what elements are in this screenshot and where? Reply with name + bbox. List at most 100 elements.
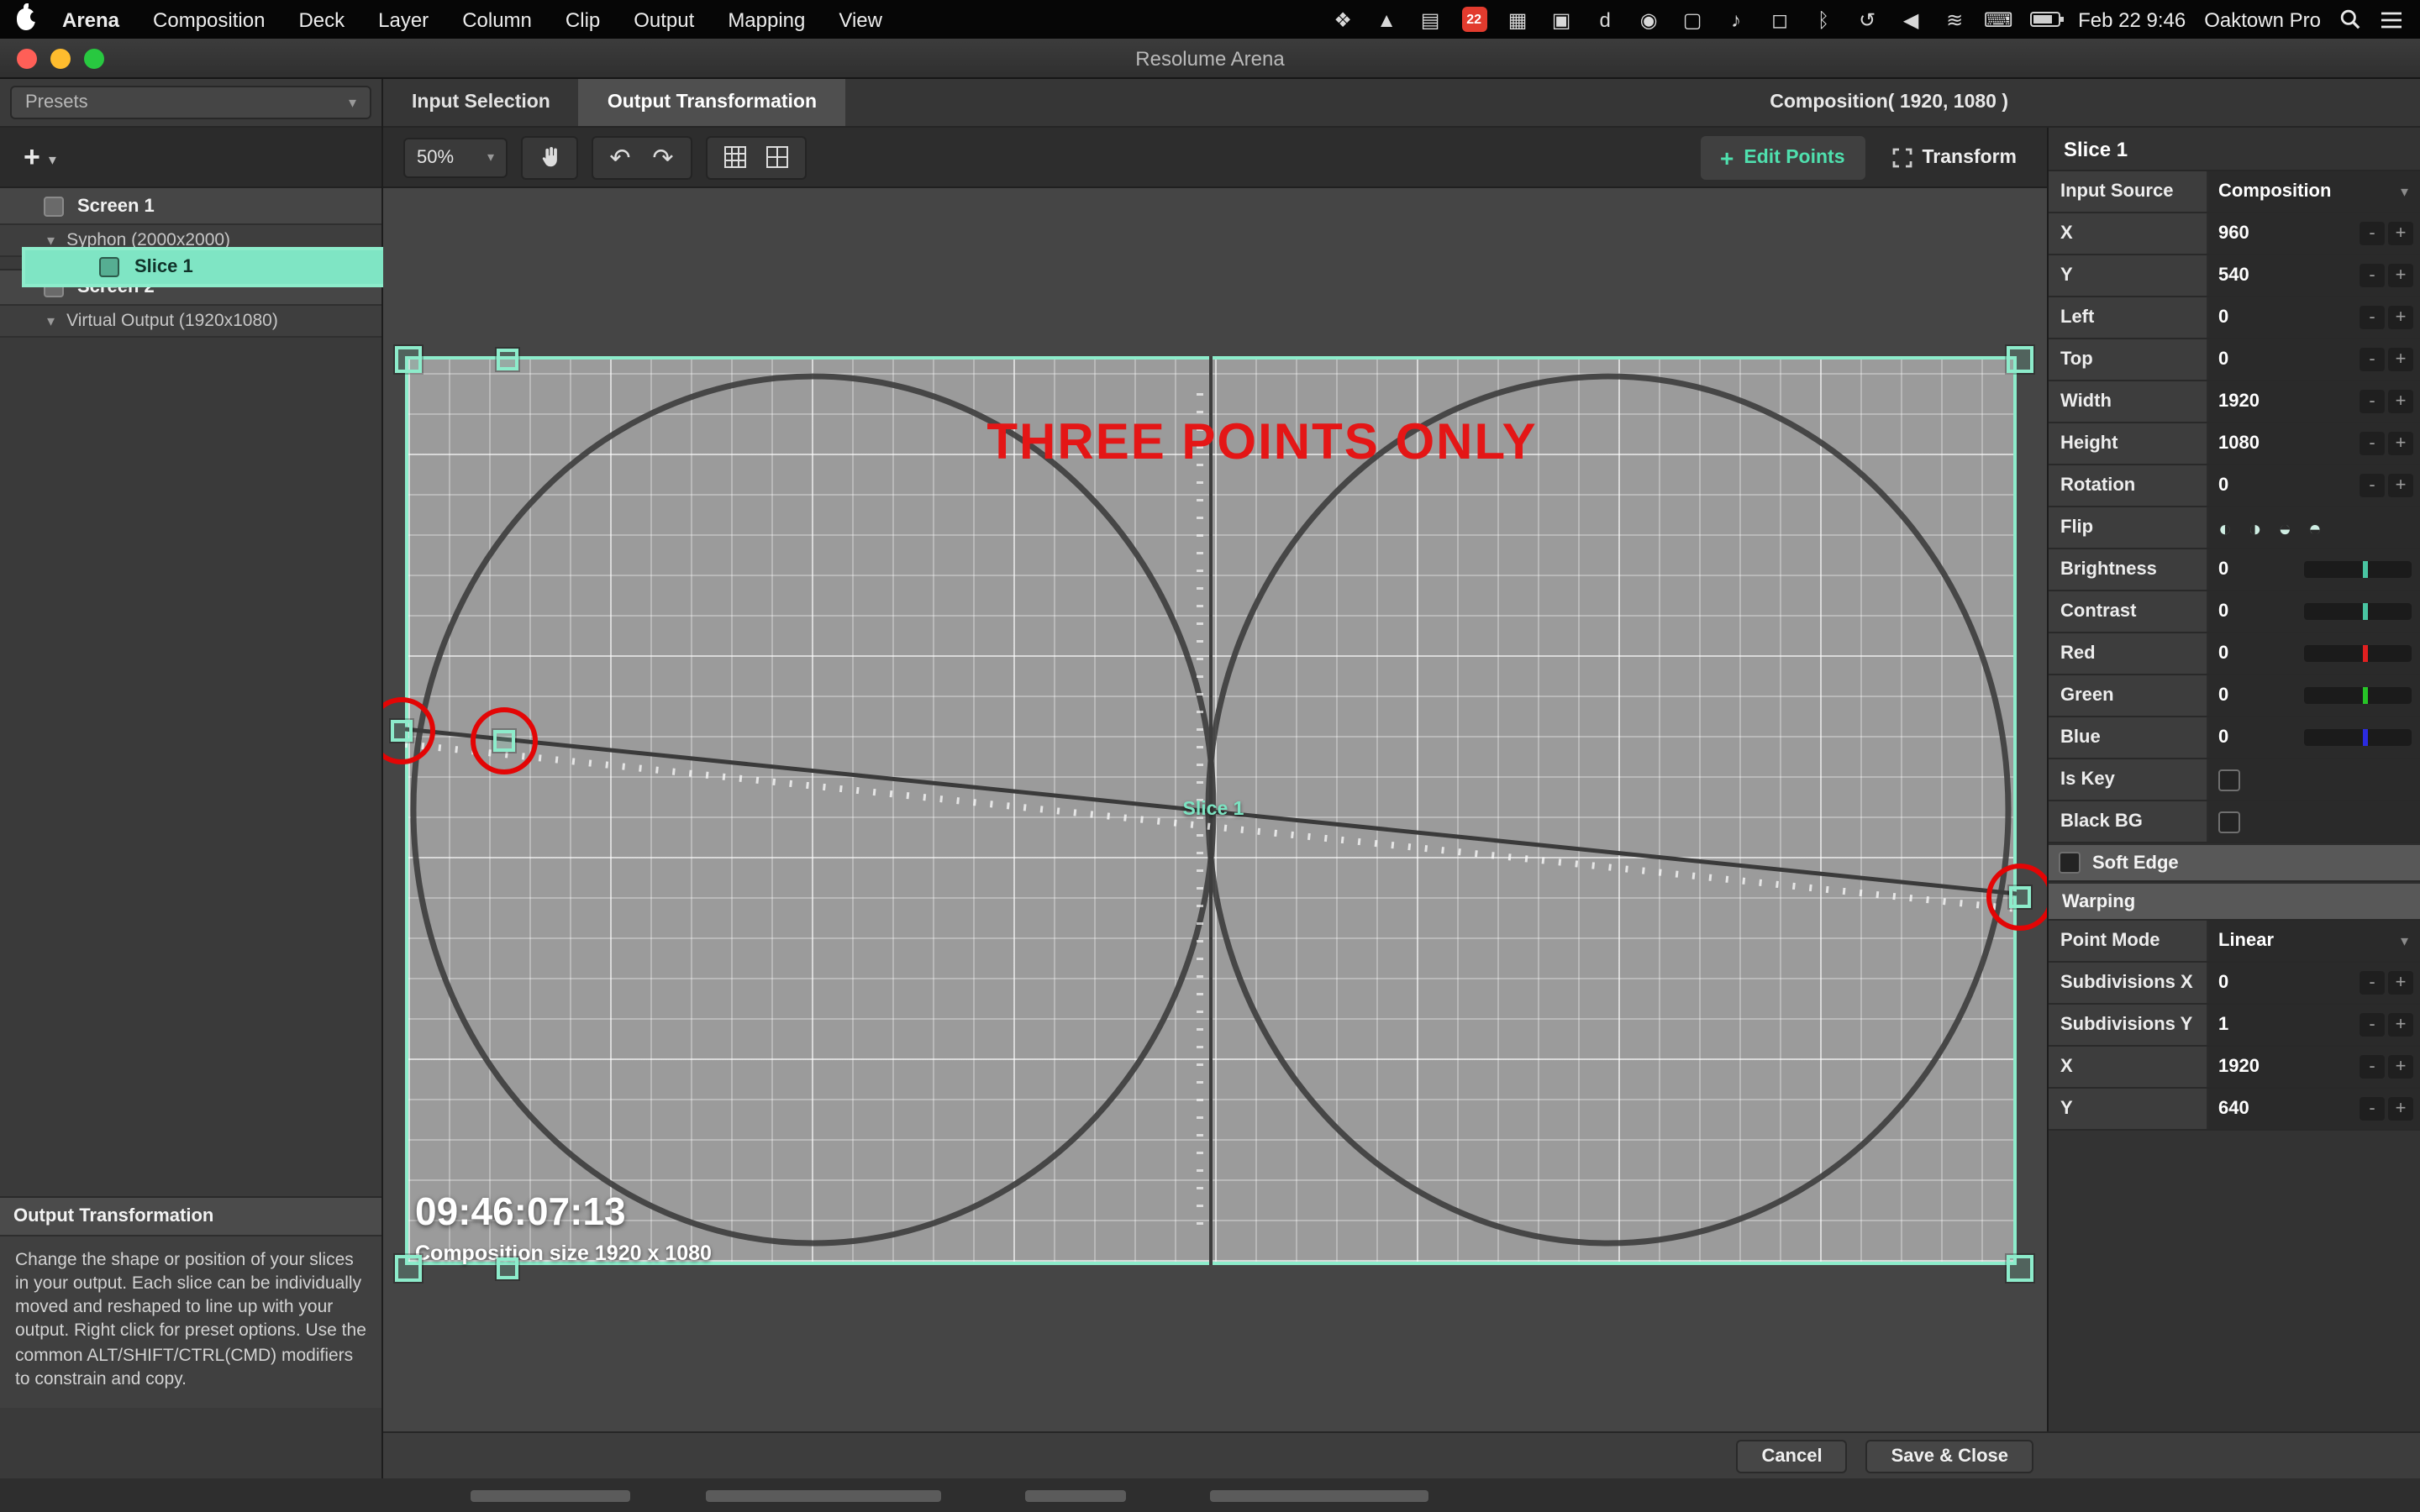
increment-button[interactable]: + xyxy=(2388,474,2413,497)
wifi-icon[interactable]: ≋ xyxy=(1942,7,1967,32)
increment-button[interactable]: + xyxy=(2388,264,2413,287)
zoom-dropdown[interactable]: 50% ▾ xyxy=(403,137,508,177)
show-quad-grid-button[interactable] xyxy=(750,135,807,179)
disclosure-triangle-icon[interactable]: ▾ xyxy=(47,312,55,330)
tree-item-virtual-output-1920x1080--8[interactable]: ▾Virtual Output (1920x1080) xyxy=(0,306,381,338)
add-button[interactable]: + xyxy=(24,143,40,171)
menu-deck[interactable]: Deck xyxy=(298,8,345,31)
value-field-rotation[interactable]: 0 xyxy=(2218,475,2228,496)
battery-icon[interactable] xyxy=(2029,12,2060,27)
transform-button[interactable]: Transform xyxy=(1876,135,2034,179)
decrement-button[interactable]: - xyxy=(2360,432,2385,455)
increment-button[interactable]: + xyxy=(2388,971,2413,995)
value-field-green[interactable]: 0 xyxy=(2218,685,2228,706)
dropdown-point-mode[interactable]: Linear▾ xyxy=(2208,921,2420,961)
menu-arena[interactable]: Arena xyxy=(62,8,119,31)
value-field-y[interactable]: 640 xyxy=(2218,1099,2249,1119)
corner-handle-top-right[interactable] xyxy=(2007,346,2033,373)
slider-brightness[interactable] xyxy=(2304,561,2412,578)
decrement-button[interactable]: - xyxy=(2360,306,2385,329)
increment-button[interactable]: + xyxy=(2388,222,2413,245)
menu-mapping[interactable]: Mapping xyxy=(728,8,805,31)
slice-preview[interactable]: THREE POINTS ONLY Slice 1 09:46:07:13 Co… xyxy=(405,356,2017,1265)
docker-icon[interactable]: d xyxy=(1592,7,1618,32)
decrement-button[interactable]: - xyxy=(2360,264,2385,287)
visibility-checkbox[interactable] xyxy=(99,257,119,277)
value-field-red[interactable]: 0 xyxy=(2218,643,2228,664)
drive-icon[interactable]: ▲ xyxy=(1374,7,1399,32)
flip-v-icon[interactable]: ◑ xyxy=(2249,515,2262,540)
output-canvas[interactable]: THREE POINTS ONLY Slice 1 09:46:07:13 Co… xyxy=(383,188,2047,1431)
decrement-button[interactable]: - xyxy=(2360,1055,2385,1079)
redo-button[interactable]: ↷ xyxy=(635,135,692,179)
mirror-h-icon[interactable]: ◒ xyxy=(2278,515,2291,540)
value-field-y[interactable]: 540 xyxy=(2218,265,2249,286)
chat-icon[interactable]: ◻ xyxy=(1767,7,1792,32)
flip-h-icon[interactable]: ◐ xyxy=(2218,515,2232,540)
close-window-button[interactable] xyxy=(17,49,37,69)
menu-clip[interactable]: Clip xyxy=(566,8,600,31)
value-field-contrast[interactable]: 0 xyxy=(2218,601,2228,622)
slider-green[interactable] xyxy=(2304,687,2412,704)
sidecar-icon[interactable]: ▣ xyxy=(1549,7,1574,32)
increment-button[interactable]: + xyxy=(2388,348,2413,371)
zoom-window-button[interactable] xyxy=(84,49,104,69)
menu-output[interactable]: Output xyxy=(634,8,694,31)
save-close-button[interactable]: Save & Close xyxy=(1866,1439,2033,1473)
browser-icon[interactable]: ◉ xyxy=(1636,7,1661,32)
value-field-height[interactable]: 1080 xyxy=(2218,433,2260,454)
section-soft-edge[interactable]: Soft Edge xyxy=(2049,843,2420,882)
value-field-x[interactable]: 1920 xyxy=(2218,1057,2260,1077)
input-source-icon[interactable]: ⌨ xyxy=(1986,7,2011,32)
midi-icon[interactable]: ♪ xyxy=(1723,7,1749,32)
menubar-account[interactable]: Oaktown Pro xyxy=(2204,8,2321,31)
decrement-button[interactable]: - xyxy=(2360,474,2385,497)
corner-handle-bottom-left[interactable] xyxy=(395,1255,422,1282)
decrement-button[interactable]: - xyxy=(2360,971,2385,995)
decrement-button[interactable]: - xyxy=(2360,1013,2385,1037)
volume-icon[interactable]: ◀ xyxy=(1898,7,1923,32)
decrement-button[interactable]: - xyxy=(2360,1097,2385,1121)
warp-point-left[interactable] xyxy=(391,720,413,742)
value-field-subdivisions-x[interactable]: 0 xyxy=(2218,973,2228,993)
increment-button[interactable]: + xyxy=(2388,1013,2413,1037)
presets-dropdown[interactable]: Presets ▾ xyxy=(10,86,371,119)
bluetooth-icon[interactable]: ᛒ xyxy=(1811,7,1836,32)
warp-point-left-inner[interactable] xyxy=(493,730,515,752)
menu-layer[interactable]: Layer xyxy=(378,8,429,31)
value-field-subdivisions-y[interactable]: 1 xyxy=(2218,1015,2228,1035)
dropdown-input-source[interactable]: Composition▾ xyxy=(2208,171,2420,212)
increment-button[interactable]: + xyxy=(2388,1055,2413,1079)
decrement-button[interactable]: - xyxy=(2360,222,2385,245)
menu-composition[interactable]: Composition xyxy=(153,8,265,31)
spotlight-search-icon[interactable] xyxy=(2339,8,2361,30)
dropbox-icon[interactable]: ❖ xyxy=(1330,7,1355,32)
value-field-top[interactable]: 0 xyxy=(2218,349,2228,370)
slider-blue[interactable] xyxy=(2304,729,2412,746)
time-machine-icon[interactable]: ↺ xyxy=(1854,7,1880,32)
mirror-v-icon[interactable]: ◓ xyxy=(2308,515,2322,540)
warp-handle-top[interactable] xyxy=(497,349,518,370)
menu-column[interactable]: Column xyxy=(462,8,532,31)
corner-handle-top-left[interactable] xyxy=(395,346,422,373)
screen-mirroring-icon[interactable]: ▦ xyxy=(1505,7,1530,32)
apple-menu-icon[interactable] xyxy=(17,8,35,30)
corner-handle-bottom-right[interactable] xyxy=(2007,1255,2033,1282)
add-menu-chevron-icon[interactable]: ▾ xyxy=(49,151,56,170)
value-field-left[interactable]: 0 xyxy=(2218,307,2228,328)
minimize-window-button[interactable] xyxy=(50,49,71,69)
checkbox-black-bg[interactable] xyxy=(2218,811,2240,832)
print-icon[interactable]: ▤ xyxy=(1418,7,1443,32)
warp-handle-bottom[interactable] xyxy=(497,1257,518,1279)
display-icon[interactable]: ▢ xyxy=(1680,7,1705,32)
warp-point-right[interactable] xyxy=(2009,886,2031,908)
checkbox-is-key[interactable] xyxy=(2218,769,2240,790)
section-warping[interactable]: Warping xyxy=(2049,882,2420,921)
value-field-x[interactable]: 960 xyxy=(2218,223,2249,244)
edit-points-button[interactable]: + Edit Points xyxy=(1700,135,1865,179)
tree-item-screen-1-0[interactable]: Screen 1 xyxy=(0,188,381,225)
window-titlebar[interactable]: Resolume Arena xyxy=(0,39,2420,79)
tab-input-selection[interactable]: Input Selection xyxy=(383,79,579,126)
notification-center-icon[interactable] xyxy=(2380,9,2403,29)
cancel-button[interactable]: Cancel xyxy=(1736,1439,1847,1473)
